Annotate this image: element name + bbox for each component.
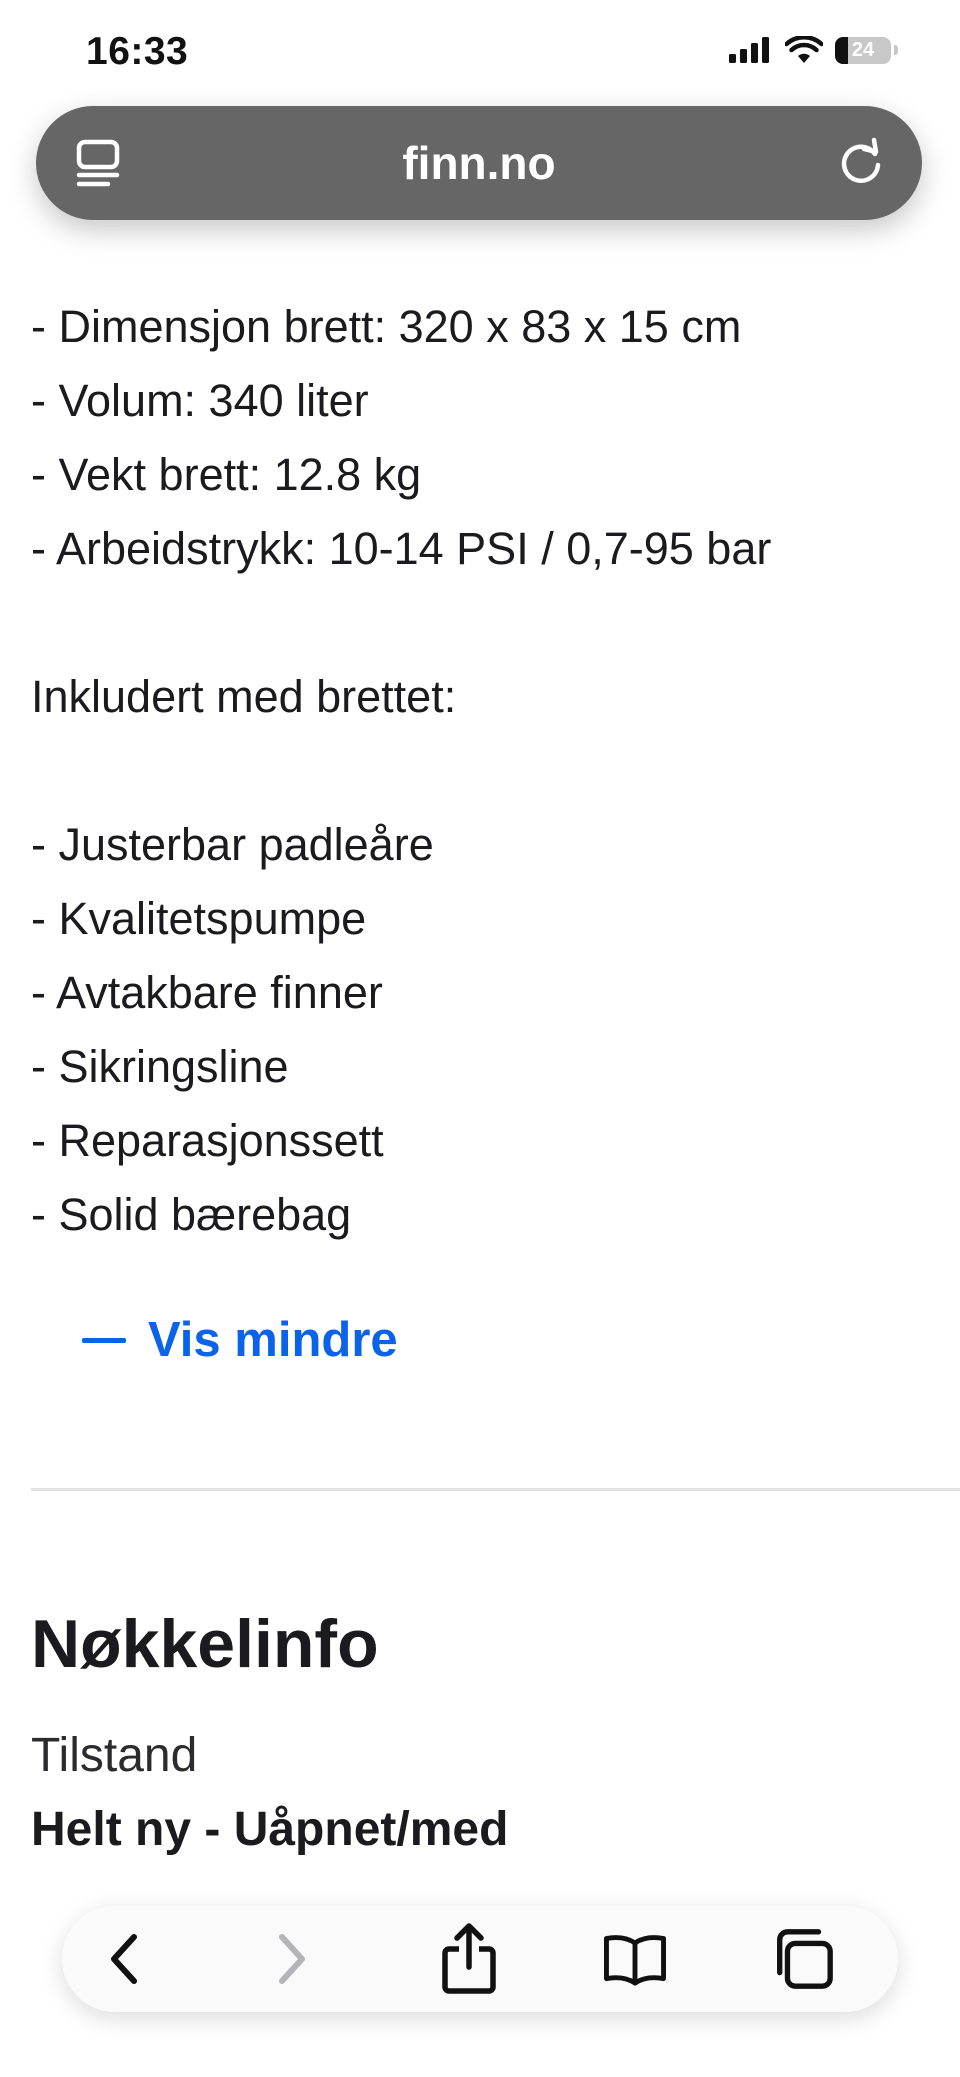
description-blank-line: [31, 586, 931, 660]
share-icon: [442, 1923, 496, 1994]
description-line: Inkludert med brettet:: [31, 671, 457, 722]
ad-description: - Dimensjon brett: 320 x 83 x 15 cm - Vo…: [31, 290, 931, 1252]
cellular-signal-icon: [729, 37, 769, 63]
status-bar: 16:33 24: [0, 0, 960, 100]
description-line: - Arbeidstrykk: 10-14 PSI / 0,7-95 bar: [31, 523, 772, 574]
description-line: - Kvalitetspumpe: [31, 893, 367, 944]
tabs-button[interactable]: [770, 1926, 836, 1992]
forward-icon: [279, 1934, 305, 1984]
share-button[interactable]: [436, 1923, 502, 1994]
description-line: - Sikringsline: [31, 1041, 289, 1092]
wifi-icon: [785, 36, 823, 63]
back-button[interactable]: [92, 1926, 158, 1992]
status-icons: 24: [729, 36, 898, 64]
description-line: - Vekt brett: 12.8 kg: [31, 449, 422, 500]
battery-icon: 24: [835, 36, 891, 64]
description-line: - Dimensjon brett: 320 x 83 x 15 cm: [31, 301, 742, 352]
description-line: - Avtakbare finner: [31, 967, 383, 1018]
address-bar[interactable]: finn.no: [36, 106, 922, 220]
address-host[interactable]: finn.no: [36, 106, 922, 220]
description-line: - Reparasjonssett: [31, 1115, 384, 1166]
reload-icon[interactable]: [834, 136, 888, 190]
battery-cap: [894, 45, 898, 55]
description-line: - Volum: 340 liter: [31, 375, 369, 426]
tabs-icon: [777, 1929, 833, 1989]
browser-toolbar: [62, 1906, 898, 2012]
description-line: - Justerbar padleåre: [31, 819, 434, 870]
key-info-heading: Nøkkelinfo: [31, 1606, 379, 1682]
section-divider: [31, 1488, 960, 1491]
description-line: - Solid bærebag: [31, 1189, 352, 1240]
show-less-button[interactable]: Vis mindre: [82, 1312, 398, 1368]
back-icon: [111, 1934, 137, 1984]
minus-icon: [82, 1337, 126, 1343]
battery-level: 24: [851, 38, 875, 61]
bookmarks-button[interactable]: [602, 1926, 668, 1992]
status-time: 16:33: [86, 30, 189, 73]
description-blank-line: [31, 734, 931, 808]
condition-label: Tilstand: [31, 1729, 198, 1782]
show-less-label: Vis mindre: [148, 1313, 398, 1367]
bookmarks-icon: [604, 1935, 666, 1986]
forward-button[interactable]: [258, 1926, 324, 1992]
condition-value: Helt ny - Uåpnet/med: [31, 1803, 509, 1856]
